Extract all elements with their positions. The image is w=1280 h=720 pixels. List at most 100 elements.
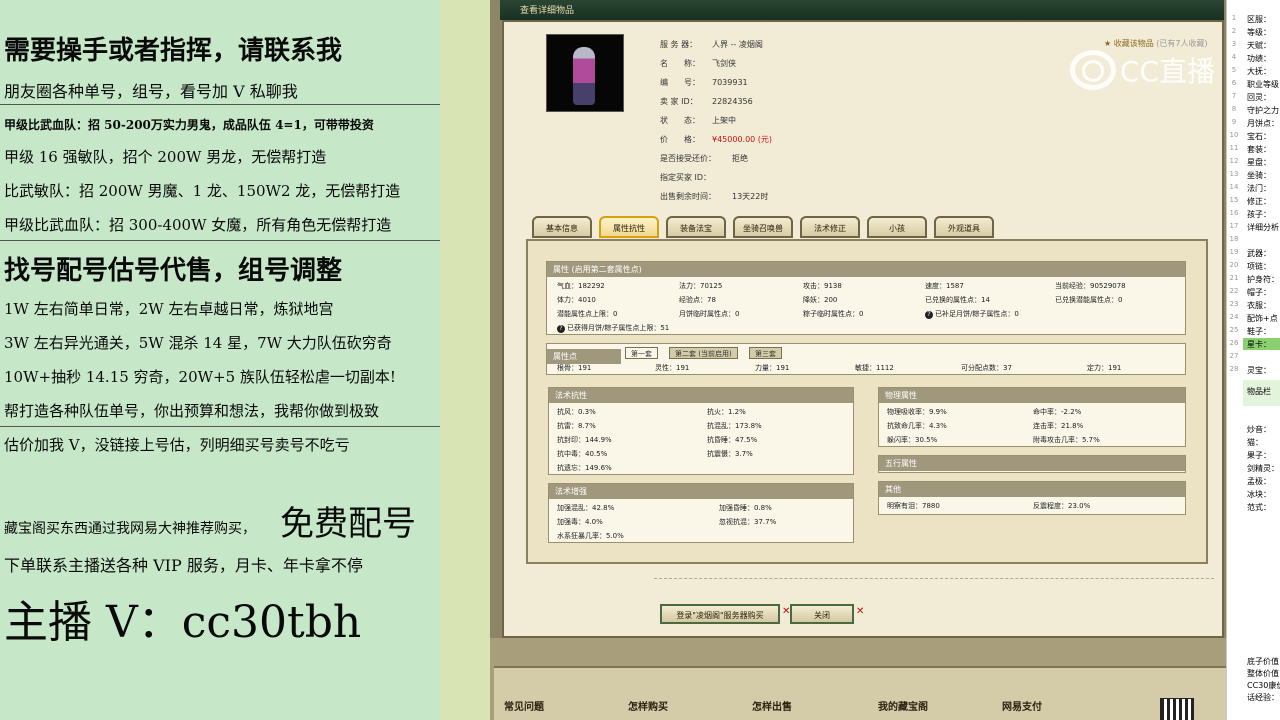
close-button[interactable]: 关闭: [790, 604, 854, 624]
tab-mounts-pets[interactable]: 坐骑召唤兽: [733, 216, 793, 238]
row-number: 23: [1229, 300, 1239, 308]
logo-ring-icon: [1082, 60, 1104, 82]
sidebar-cell[interactable]: 详细分析: [1247, 222, 1279, 233]
tab-point-set-1[interactable]: 第一套: [625, 347, 658, 359]
sidebar-cell[interactable]: 剑精灵：: [1247, 463, 1279, 474]
sidebar-group-label: 物品栏: [1247, 387, 1271, 396]
sidebar-cell[interactable]: 套装：: [1247, 144, 1271, 155]
sidebar-cell[interactable]: 等级：: [1247, 27, 1271, 38]
buy-on-server-button[interactable]: 登录"凌烟阁"服务器购买: [660, 604, 780, 624]
resist-header: 法术抗性: [549, 388, 853, 403]
info-server: 服 务 器： 人界 -- 凌烟阁: [660, 40, 763, 49]
tab-basic-info[interactable]: 基本信息: [532, 216, 592, 238]
boost-cell: 水系狂暴几率：5.0%: [557, 532, 624, 540]
sidebar-cell[interactable]: 宝石：: [1247, 131, 1271, 142]
sidebar-cell[interactable]: 星盘：: [1247, 157, 1271, 168]
attributes-header: 属性 (启用第二套属性点): [547, 262, 1185, 277]
info-icon: ?: [925, 311, 933, 319]
row-number: 10: [1229, 131, 1239, 139]
tab-attributes[interactable]: 属性抗性: [599, 216, 659, 238]
point-value: 定力：191: [1087, 364, 1122, 372]
attr-cell: 已兑换的属性点：14: [925, 296, 990, 304]
sidebar-cell[interactable]: 孩子：: [1247, 209, 1271, 220]
sidebar-cell[interactable]: 职业等级: [1247, 79, 1279, 90]
sidebar-cell[interactable]: 天赋：: [1247, 40, 1271, 51]
footer-link-how-to-sell[interactable]: 怎样出售: [752, 698, 792, 713]
sidebar-cell[interactable]: 帽子：: [1247, 287, 1271, 298]
row-number: 8: [1231, 105, 1237, 113]
sidebar-cell[interactable]: 功绩：: [1247, 53, 1271, 64]
overlay-line: 朋友圈各种单号，组号，看号加 V 私聊我: [4, 82, 298, 101]
sidebar-cell[interactable]: 底子价值: [1247, 656, 1279, 667]
attr-cell: 气血：182292: [557, 282, 605, 290]
sidebar-cell[interactable]: 冰块：: [1247, 489, 1271, 500]
sidebar-cell[interactable]: 区服：: [1247, 14, 1271, 25]
sidebar-cell[interactable]: 大抚：: [1247, 66, 1271, 77]
sidebar-cell[interactable]: 整体价值: [1247, 668, 1279, 679]
row-number: 9: [1231, 118, 1237, 126]
footer-link-how-to-buy[interactable]: 怎样购买: [628, 698, 668, 713]
overlay-line: 3W 左右异光通关，5W 混杀 14 星，7W 大力队伍砍穷奇: [4, 334, 392, 352]
tab-point-set-2[interactable]: 第二套 (当前启用): [669, 347, 738, 359]
overlay-line: 估价加我 V，没链接上号估，列明细买号卖号不吃亏: [4, 436, 350, 454]
footer-link-my-treasure[interactable]: 我的藏宝阁: [878, 698, 928, 713]
row-number: 13: [1229, 170, 1239, 178]
sidebar-cell[interactable]: 法门：: [1247, 183, 1271, 194]
overlay-line: 下单联系主播送各种 VIP 服务，月卡、年卡拿不停: [4, 556, 363, 575]
points-box: 属性点 第一套 第二套 (当前启用) 第三套 根骨：191 灵性：191 力量：…: [546, 343, 1186, 375]
sidebar-cell[interactable]: 衣服：: [1247, 300, 1271, 311]
resist-box: 法术抗性 抗风：0.3% 抗火：1.2% 抗雷：8.7% 抗混乱：173.8% …: [548, 387, 854, 475]
other-header: 其他: [879, 482, 1185, 497]
tab-equipment[interactable]: 装备法宝: [666, 216, 726, 238]
sidebar-cell[interactable]: 修正：: [1247, 196, 1271, 207]
sidebar-cell[interactable]: 守护之力: [1247, 105, 1279, 116]
attr-cell: 法力：70125: [679, 282, 723, 290]
physical-cell: 物理吸收率：9.9%: [887, 408, 947, 416]
row-number: 7: [1231, 92, 1237, 100]
row-number: 25: [1229, 326, 1239, 334]
sidebar-cell[interactable]: 猫：: [1247, 437, 1263, 448]
row-number: 28: [1229, 365, 1239, 373]
sidebar-cell[interactable]: 星卡：: [1247, 339, 1271, 350]
sidebar-cell[interactable]: 武器：: [1247, 248, 1271, 259]
tab-spell-modifiers[interactable]: 法术修正: [800, 216, 860, 238]
attr-cell: 潜能属性点上限：0: [557, 310, 618, 318]
boost-cell: 加强混乱：42.8%: [557, 504, 615, 512]
row-number: 26: [1229, 339, 1239, 347]
sidebar-cell[interactable]: 炒音：: [1247, 424, 1271, 435]
sidebar-cell[interactable]: 话经验：: [1247, 692, 1279, 703]
overlay-line: 藏宝阁买东西通过我网易大神推荐购买，: [4, 521, 256, 537]
sidebar-cell[interactable]: 配饰+点: [1247, 313, 1278, 324]
point-value: 根骨：191: [557, 364, 592, 372]
footer-link-faq[interactable]: 常见问题: [504, 698, 544, 713]
sidebar-cell[interactable]: 护身符：: [1247, 274, 1279, 285]
divider: [0, 426, 440, 427]
footer-link-netease-pay[interactable]: 网易支付: [1002, 698, 1042, 713]
five-elements-box: 五行属性: [878, 455, 1186, 473]
sidebar-cell[interactable]: 回灵：: [1247, 92, 1271, 103]
info-name: 名 称： 飞剑侠: [660, 59, 736, 68]
boost-header: 法术增强: [549, 484, 853, 499]
attr-cell: ? 已补足月饼/粽子属性点：0: [925, 309, 1019, 319]
sidebar-cell[interactable]: 月饼点：: [1247, 118, 1279, 129]
tab-children[interactable]: 小孩: [867, 216, 927, 238]
sidebar-cell[interactable]: 鞋子：: [1247, 326, 1271, 337]
sidebar-cell[interactable]: 孟极：: [1247, 476, 1271, 487]
tab-appearance[interactable]: 外观道具: [934, 216, 994, 238]
attr-cell: 经验点：78: [679, 296, 716, 304]
sidebar-cell[interactable]: CC30康价: [1247, 680, 1280, 691]
sidebar-cell[interactable]: 果子：: [1247, 450, 1271, 461]
boost-box: 法术增强 加强混乱：42.8% 加强昏睡：0.8% 加强毒：4.0% 忽视抗混：…: [548, 483, 854, 543]
row-number: 18: [1229, 235, 1239, 243]
overlay-line: 1W 左右简单日常，2W 左右卓越日常，炼狱地宫: [4, 300, 334, 318]
sidebar-cell[interactable]: 坐骑：: [1247, 170, 1271, 181]
sidebar-cell[interactable]: 项链：: [1247, 261, 1271, 272]
sidebar-cell[interactable]: 灵宝：: [1247, 365, 1271, 376]
other-cell: 明察有泪：7880: [887, 502, 940, 510]
qr-code-icon: [1160, 698, 1194, 720]
overlay-line: 10W+抽秒 14.15 穷奇，20W+5 族队伍轻松虐一切副本!: [4, 368, 396, 386]
info-id: 编 号： 7039931: [660, 78, 748, 87]
info-icon: ?: [557, 325, 565, 333]
tab-point-set-3[interactable]: 第三套: [749, 347, 782, 359]
sidebar-cell[interactable]: 范式：: [1247, 502, 1271, 513]
